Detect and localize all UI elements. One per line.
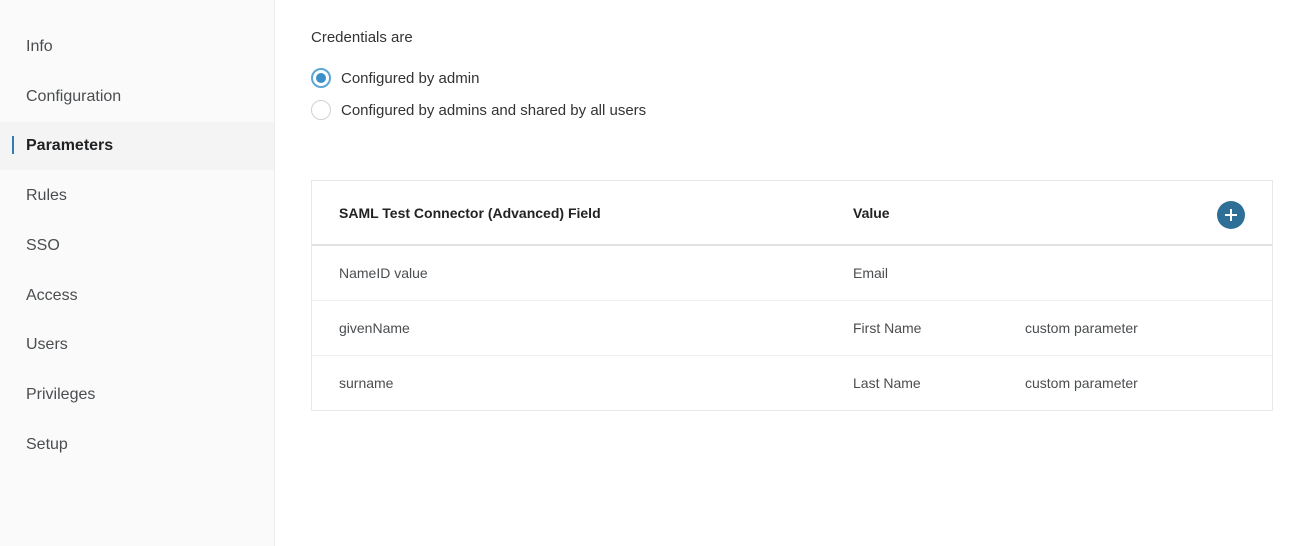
row-note: custom parameter [1025, 375, 1138, 391]
radio-label: Configured by admin [341, 69, 480, 87]
sidebar-item-label: SSO [26, 237, 60, 254]
row-field: surname [339, 375, 394, 391]
app-window: Info Configuration Parameters Rules SSO … [0, 0, 1296, 546]
sidebar-item-label: Parameters [26, 137, 114, 154]
sidebar-item-privileges[interactable]: Privileges [0, 371, 274, 419]
column-header-field: SAML Test Connector (Advanced) Field [339, 205, 601, 221]
sidebar-item-label: Access [26, 287, 78, 304]
sidebar-item-label: Configuration [26, 88, 122, 105]
sidebar-item-access[interactable]: Access [0, 272, 274, 320]
table-row[interactable]: NameID value Email [312, 246, 1272, 301]
sidebar-item-configuration[interactable]: Configuration [0, 73, 274, 121]
credentials-label: Credentials are [311, 29, 413, 46]
sidebar-item-label: Users [26, 336, 68, 353]
row-value: Email [853, 265, 889, 281]
sidebar-item-parameters[interactable]: Parameters [0, 122, 274, 170]
row-value: First Name [853, 320, 922, 336]
sidebar-item-info[interactable]: Info [0, 23, 274, 71]
radio-button-unchecked[interactable] [311, 100, 331, 120]
row-note: custom parameter [1025, 320, 1138, 336]
table-header: SAML Test Connector (Advanced) Field Val… [312, 181, 1272, 246]
main-panel: Credentials are Configured by admin Conf… [275, 0, 1296, 546]
radio-button-checked[interactable] [311, 68, 331, 88]
radio-configured-by-admin[interactable]: Configured by admin [311, 68, 479, 88]
table-row[interactable]: surname Last Name custom parameter [312, 356, 1272, 411]
sidebar-item-label: Privileges [26, 386, 96, 403]
sidebar-item-label: Info [26, 38, 53, 55]
sidebar: Info Configuration Parameters Rules SSO … [0, 0, 275, 546]
sidebar-item-label: Rules [26, 187, 67, 204]
row-field: givenName [339, 320, 410, 336]
row-field: NameID value [339, 265, 428, 281]
parameters-table: SAML Test Connector (Advanced) Field Val… [311, 180, 1273, 411]
sidebar-item-users[interactable]: Users [0, 321, 274, 369]
radio-label: Configured by admins and shared by all u… [341, 101, 647, 119]
column-header-value: Value [853, 205, 890, 221]
sidebar-item-sso[interactable]: SSO [0, 222, 274, 270]
add-parameter-button[interactable] [1217, 201, 1245, 229]
table-row[interactable]: givenName First Name custom parameter [312, 301, 1272, 356]
sidebar-item-setup[interactable]: Setup [0, 421, 274, 469]
plus-icon [1225, 209, 1237, 221]
row-value: Last Name [853, 375, 921, 391]
sidebar-item-label: Setup [26, 436, 68, 453]
radio-configured-by-admins-shared[interactable]: Configured by admins and shared by all u… [311, 100, 646, 120]
sidebar-item-rules[interactable]: Rules [0, 172, 274, 220]
